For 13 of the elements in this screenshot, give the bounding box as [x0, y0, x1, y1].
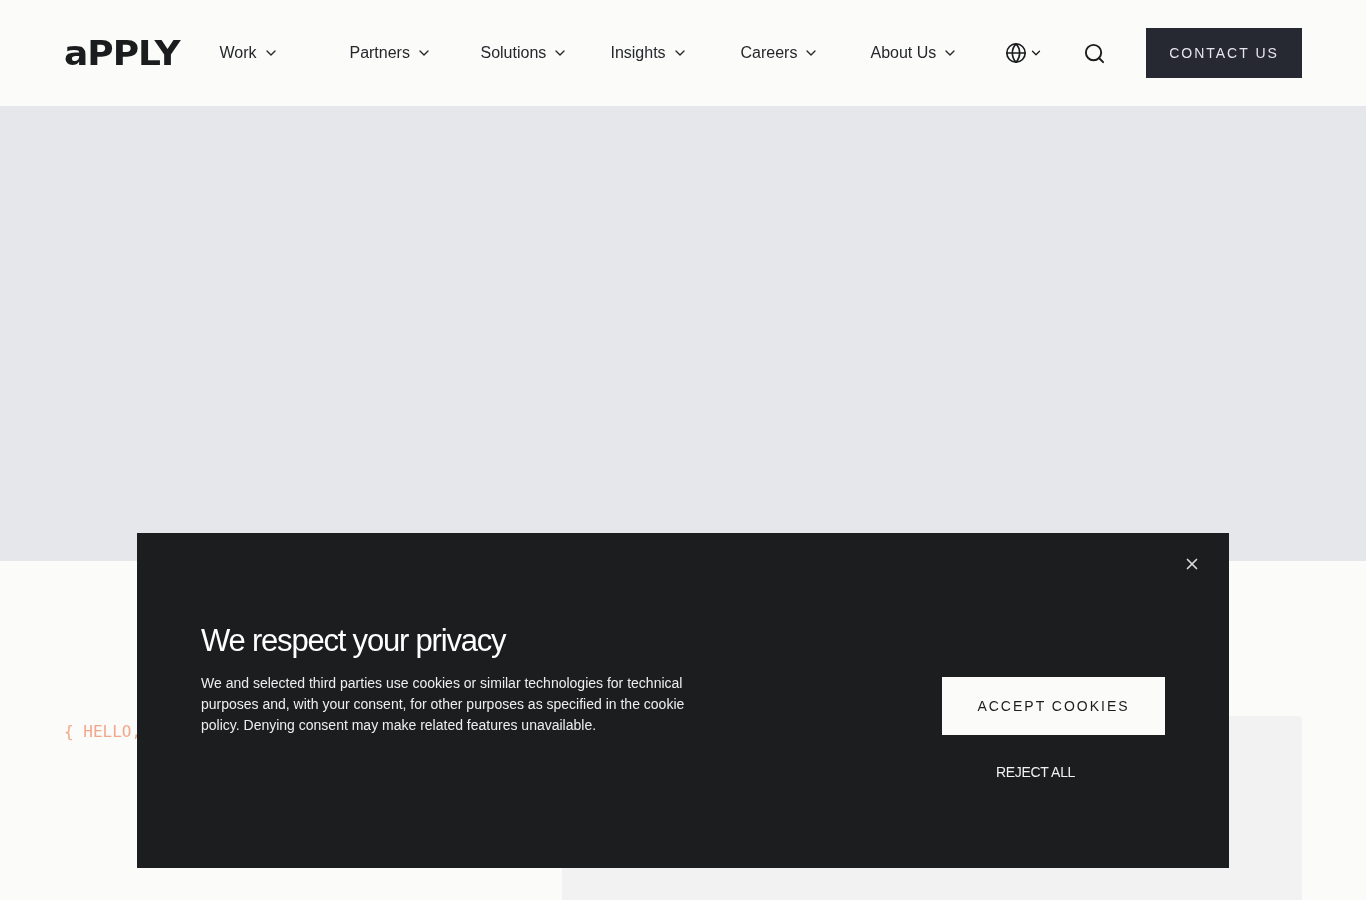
banner-title: We respect your privacy: [201, 623, 507, 659]
nav-link[interactable]: Partners: [349, 44, 481, 62]
logo[interactable]: aPPLY: [64, 33, 180, 73]
eyebrow-text: { HELLO,: [64, 722, 142, 741]
nav-link[interactable]: Careers: [740, 44, 871, 62]
reject-button[interactable]: REJECT ALL: [989, 763, 1082, 781]
banner-text: We and selected third parties use cookies or similar technologies for technical purposes and, with your consent, for other purposes as specified in the cookie policy. Denying consent may make related features unavailable.: [201, 674, 686, 735]
nav-link[interactable]: Solutions: [480, 44, 611, 62]
nav-link[interactable]: Work: [219, 44, 350, 62]
nav-link[interactable]: Insights: [610, 44, 741, 62]
accept-button[interactable]: ACCEPT COOKIES: [942, 677, 1165, 735]
contact-button[interactable]: CONTACT US: [1146, 28, 1302, 78]
nav-link[interactable]: About Us: [870, 44, 1001, 62]
